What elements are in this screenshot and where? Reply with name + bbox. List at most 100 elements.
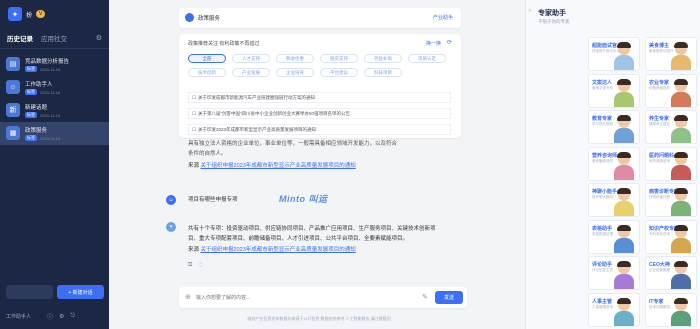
expert-subtitle: 健康养生建议	[649, 122, 670, 126]
answer-source: 来源 关于组织申报2023年成都市新型显示产业高质量发展项目的通知	[188, 161, 356, 171]
attach-icon[interactable]: ⊕	[185, 293, 191, 301]
like-icon[interactable]: ♡	[198, 262, 203, 269]
expert-subtitle: 医药健康咨询	[649, 158, 670, 163]
expert-avatar-icon	[669, 261, 693, 289]
policy-notice[interactable]: ☐ 关于印发2023年成都市新型显示产业高质量发展项目的通知	[188, 124, 451, 135]
expert-avatar-icon	[612, 224, 636, 253]
chat-item-active[interactable]: ▦ 政策服务 标签 2023-11-14	[0, 122, 109, 145]
chat-new-icon: 新	[6, 103, 20, 117]
chat-item[interactable]: ▤ 竞品数据分析报告 标签 2023-11-18	[0, 53, 109, 76]
chat-header: 政策服务 产业助手	[179, 8, 461, 28]
avatar-torso	[614, 201, 634, 216]
expert-card[interactable]: 知识产权专家 专利商标咨询	[645, 219, 697, 254]
avatar-torso	[614, 91, 634, 107]
app-logo[interactable]: ✦	[8, 7, 22, 21]
expert-subtitle: 技术问题解答	[649, 304, 670, 309]
avatar-hair	[617, 261, 631, 267]
avatar-torso	[671, 274, 691, 289]
edit-icon[interactable]: ✎	[422, 293, 428, 301]
info-icon[interactable]: ⓘ	[47, 312, 53, 321]
policy-tag-pill[interactable]: 产业发展	[232, 68, 270, 77]
expert-card[interactable]: 教育专家 学习成长规划	[588, 110, 640, 144]
logout-icon[interactable]: ⎋	[70, 313, 75, 320]
refresh-link[interactable]: 换一换	[426, 40, 441, 47]
expert-subtitle: 种植养殖指导	[649, 85, 670, 90]
policy-tag-pill[interactable]: 科技项目	[364, 68, 402, 77]
expert-card[interactable]: 超能面试官 快速提升面试水平	[588, 37, 640, 71]
chat-item[interactable]: 新 新建话题 标签 2023-11-15	[0, 99, 109, 122]
source-label: 来源	[188, 247, 200, 253]
header-link[interactable]: 产业助手	[433, 14, 453, 21]
expert-avatar-icon	[669, 115, 693, 143]
expert-avatar-icon	[669, 297, 693, 326]
expert-card[interactable]: 评论助手 评论回复生成	[588, 256, 640, 290]
chat-item[interactable]: ☺ 工作助手人 标签 2023-11-16	[0, 76, 109, 99]
expert-card[interactable]: IT专家 技术问题解答	[645, 292, 697, 327]
minto-watermark: Minto 叫运	[279, 194, 328, 204]
tab-history[interactable]: 历史记录	[7, 33, 33, 43]
avatar-torso	[614, 164, 634, 180]
header-avatar	[185, 13, 194, 22]
sidebar-secondary-button[interactable]	[6, 285, 53, 299]
expert-subtitle: 陪你聊天解闷	[592, 195, 613, 199]
policy-tag-pill[interactable]: 人才支持	[232, 54, 270, 63]
expert-card[interactable]: 医药问题科 医药健康咨询	[645, 146, 697, 181]
gear-icon[interactable]: ⚙	[96, 34, 102, 42]
expert-subtitle: 作物病害诊断	[649, 195, 670, 199]
expert-card[interactable]: 营养咨询师 营养膳食搭配	[588, 146, 640, 181]
source-link[interactable]: 关于组织申报2023年成都市新型显示产业高质量发展项目的通知	[201, 247, 356, 253]
expert-subtitle: 评论回复生成	[592, 268, 613, 272]
expert-panel-close-icon[interactable]: ›	[529, 8, 531, 14]
expert-avatar-icon	[612, 115, 636, 143]
expert-card[interactable]: 人事主管 人事管理咨询	[588, 292, 640, 327]
avatar-hair	[617, 115, 631, 121]
checkbox-icon: ☐	[192, 110, 197, 116]
expert-subtitle: 学习成长规划	[592, 122, 613, 126]
expert-card[interactable]: CEO大神 企业经营管理	[645, 256, 697, 290]
source-link[interactable]: 关于组织申报2023年成都市新型显示产业高质量发展项目的通知	[201, 163, 356, 169]
avatar-hair	[674, 188, 688, 194]
settings-icon[interactable]: ⚙	[59, 313, 64, 320]
policy-tag-pill[interactable]: 全部	[188, 54, 226, 63]
avatar-torso	[614, 128, 634, 143]
expert-card[interactable]: 病害诊断专家 作物病害诊断	[645, 183, 697, 217]
sidebar-tabs: 历史记录 应用社交 ⚙	[0, 28, 109, 49]
expert-name: 文案达人	[592, 79, 613, 86]
policy-tag-pill[interactable]: 平台建设	[320, 68, 358, 77]
expert-card[interactable]: 美食博主 美食推荐与制作	[645, 37, 697, 71]
expert-card[interactable]: 文案达人 营销文案写作	[588, 73, 640, 108]
expert-avatar-icon	[612, 78, 636, 107]
expert-card[interactable]: 表格助手 表格数据处理	[588, 219, 640, 254]
chat-title: 竞品数据分析报告	[25, 59, 70, 65]
expert-card[interactable]: 神聊小能手 陪你聊天解闷	[588, 183, 640, 217]
chat-time: 2023-11-16	[40, 89, 61, 95]
chat-tag: 标签	[25, 66, 37, 72]
avatar-torso	[671, 128, 691, 143]
policy-tag-pill[interactable]: 奖励补助	[364, 54, 402, 63]
policy-tag-pill[interactable]: 企业培育	[276, 68, 314, 77]
policy-notice[interactable]: ☐ 关于第八届“创客中国”四川省中小企业创新创业大赛举办50强项目名单的公告	[188, 108, 451, 119]
avatar-torso	[671, 91, 691, 107]
policy-notice[interactable]: ☐ 关于印发成都市新能源汽车产业链建圈强链行动方案的通知	[188, 92, 451, 103]
chat-list: ▤ 竞品数据分析报告 标签 2023-11-18 ☺ 工作助手人 标签 2023-1…	[0, 49, 109, 145]
chat-title: 新建话题	[25, 105, 48, 111]
refresh-icon[interactable]: ⟳	[447, 39, 452, 46]
policy-tag-pill[interactable]: 税收优惠	[276, 54, 314, 63]
user-avatar: ☺	[166, 195, 176, 205]
policy-tag-pill[interactable]: 资质认定	[408, 54, 446, 63]
policy-tag-pill[interactable]: 融资支持	[320, 54, 358, 63]
expert-subtitle: 营养膳食搭配	[592, 158, 613, 163]
sidebar-actions: + 新建对话	[6, 285, 104, 299]
avatar-torso	[671, 164, 691, 180]
avatar-torso	[671, 55, 691, 70]
new-chat-button[interactable]: + 新建对话	[57, 285, 104, 299]
expert-subtitle: 表格数据处理	[592, 231, 613, 236]
avatar-hair	[617, 78, 631, 85]
send-button[interactable]: 发送	[435, 291, 463, 304]
message-input[interactable]	[196, 291, 416, 304]
expert-card[interactable]: 养生专家 健康养生建议	[645, 110, 697, 144]
expert-card[interactable]: 农业专家 种植养殖指导	[645, 73, 697, 108]
tab-social[interactable]: 应用社交	[41, 33, 67, 43]
policy-tag-pill[interactable]: 技术创新	[188, 68, 226, 77]
copy-icon[interactable]: ⧉	[188, 262, 192, 269]
